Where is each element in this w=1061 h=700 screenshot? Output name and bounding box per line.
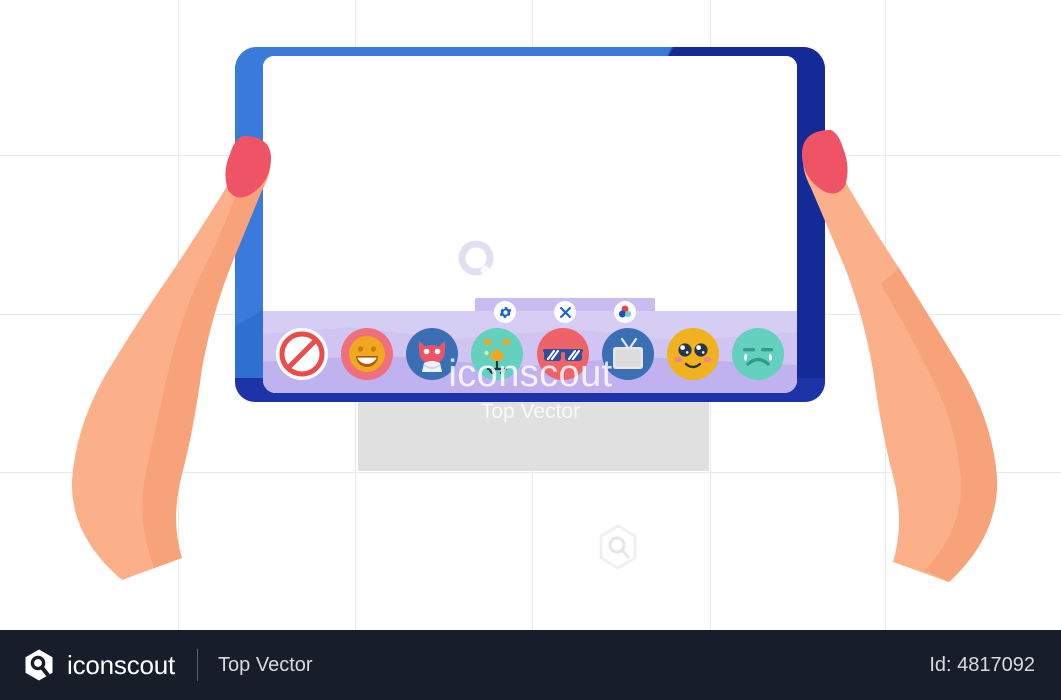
- gear-icon: [498, 305, 513, 320]
- close-icon: [558, 305, 573, 320]
- footer-subtitle: Top Vector: [218, 653, 313, 676]
- emoji-button-star-struck[interactable]: [667, 328, 720, 380]
- footer-bar: iconscout Top Vector Id: 4817092: [0, 630, 1061, 700]
- emoji-button-masked[interactable]: [406, 328, 459, 380]
- tablet-ground-shadow: [358, 397, 709, 471]
- tablet-device: [235, 47, 825, 402]
- tablet-screen[interactable]: [263, 56, 797, 393]
- emoji-button-grinning[interactable]: [340, 328, 393, 380]
- color-palette-icon: [617, 304, 633, 320]
- screen-watermark-hex-icon: [440, 220, 516, 309]
- iconscout-hex-logo-icon: [22, 648, 56, 682]
- emoji-reaction-panel: [263, 311, 797, 393]
- bear-face-icon: [471, 328, 524, 380]
- close-button[interactable]: [554, 301, 576, 323]
- footer-brand: iconscout: [22, 648, 175, 682]
- emoji-list: [263, 325, 797, 383]
- emoji-button-tv[interactable]: [601, 328, 654, 380]
- footer-divider: [197, 649, 199, 681]
- masked-face-icon: [406, 328, 459, 380]
- footer-brand-name: iconscout: [67, 649, 176, 680]
- grinning-face-icon: [340, 328, 393, 380]
- illustration-canvas: iconscout Top Vector iconscout Top Vecto…: [0, 0, 1061, 700]
- right-hand: [749, 118, 1009, 588]
- emoji-button-bear[interactable]: [471, 328, 524, 380]
- screen-content: [263, 56, 797, 393]
- palette-button[interactable]: [614, 301, 636, 323]
- sunglasses-icon: [536, 328, 589, 380]
- television-icon: [601, 328, 654, 380]
- settings-button[interactable]: [494, 301, 516, 323]
- footer-asset-id: Id: 4817092: [929, 653, 1035, 676]
- left-hand: [62, 128, 322, 588]
- emoji-button-cool[interactable]: [536, 328, 589, 380]
- floating-control-strip: [475, 298, 655, 330]
- star-eyes-icon: [667, 328, 720, 380]
- watermark-hex-icon-bottom: [597, 524, 639, 570]
